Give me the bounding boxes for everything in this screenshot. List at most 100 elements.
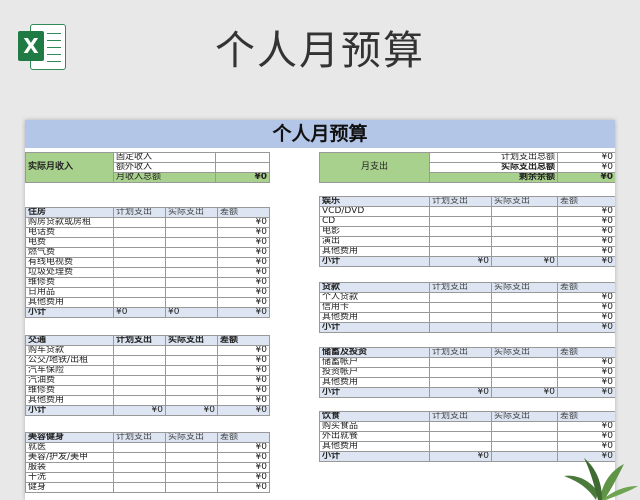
remaining-balance-value[interactable]: ¥0 bbox=[557, 172, 615, 183]
plan-cell[interactable] bbox=[113, 217, 166, 228]
actual-cell[interactable] bbox=[165, 395, 218, 406]
actual-cell[interactable] bbox=[165, 237, 218, 248]
plan-cell[interactable] bbox=[113, 365, 166, 376]
subtotal-actual: ¥0 bbox=[491, 387, 558, 398]
plan-cell[interactable] bbox=[113, 297, 166, 308]
plan-column-header: 计划支出 bbox=[113, 207, 166, 218]
remaining-balance-label: 剩余余额 bbox=[429, 172, 558, 183]
plan-cell[interactable] bbox=[429, 206, 492, 217]
plan-cell[interactable] bbox=[113, 247, 166, 258]
actual-cell[interactable] bbox=[165, 462, 218, 473]
expense-summary-row-value[interactable]: ¥0 bbox=[557, 152, 615, 163]
plan-cell[interactable] bbox=[429, 367, 492, 378]
income-total-value[interactable]: ¥0 bbox=[215, 172, 270, 183]
plan-cell[interactable] bbox=[113, 482, 166, 493]
actual-cell[interactable] bbox=[165, 227, 218, 238]
plan-cell[interactable] bbox=[113, 395, 166, 406]
item-name: 个人贷款 bbox=[319, 292, 430, 303]
actual-cell[interactable] bbox=[491, 292, 558, 303]
plan-cell[interactable] bbox=[429, 312, 492, 323]
plan-cell[interactable] bbox=[113, 345, 166, 356]
income-row-value[interactable] bbox=[215, 162, 270, 173]
actual-cell[interactable] bbox=[491, 421, 558, 432]
diff-cell: ¥0 bbox=[217, 365, 270, 376]
actual-cell[interactable] bbox=[491, 431, 558, 442]
actual-cell[interactable] bbox=[165, 442, 218, 453]
expense-summary-row-value[interactable]: ¥0 bbox=[557, 162, 615, 173]
actual-cell[interactable] bbox=[491, 357, 558, 368]
actual-cell[interactable] bbox=[165, 217, 218, 228]
item-name: 购车贷款 bbox=[25, 345, 114, 356]
plan-cell[interactable] bbox=[429, 292, 492, 303]
actual-cell[interactable] bbox=[491, 236, 558, 247]
actual-cell[interactable] bbox=[491, 441, 558, 452]
subtotal-plan: ¥0 bbox=[429, 256, 492, 267]
food-item-row: 购买食品 ¥0 bbox=[319, 421, 615, 432]
transport-table: 交通 计划支出 实际支出 差额 购车贷款 ¥0 公交/地铁/出租 ¥0 汽车保险 ¥0… bbox=[25, 335, 270, 416]
plan-cell[interactable] bbox=[113, 227, 166, 238]
plan-cell[interactable] bbox=[113, 287, 166, 298]
actual-cell[interactable] bbox=[165, 385, 218, 396]
actual-cell[interactable] bbox=[165, 277, 218, 288]
actual-cell[interactable] bbox=[165, 247, 218, 258]
actual-cell[interactable] bbox=[165, 355, 218, 366]
plan-cell[interactable] bbox=[429, 441, 492, 452]
item-name: 燃气费 bbox=[25, 247, 114, 258]
plan-cell[interactable] bbox=[429, 216, 492, 227]
transport-item-row: 汽车保险 ¥0 bbox=[25, 365, 270, 376]
income-row-value[interactable] bbox=[215, 152, 270, 163]
plan-cell[interactable] bbox=[113, 385, 166, 396]
item-name: 其他费用 bbox=[319, 377, 430, 388]
actual-cell[interactable] bbox=[165, 287, 218, 298]
actual-cell[interactable] bbox=[491, 246, 558, 257]
plan-cell[interactable] bbox=[429, 226, 492, 237]
actual-cell[interactable] bbox=[165, 472, 218, 483]
plan-column-header: 计划支出 bbox=[113, 432, 166, 443]
actual-cell[interactable] bbox=[165, 297, 218, 308]
transport-item-row: 其他费用 ¥0 bbox=[25, 395, 270, 406]
actual-cell[interactable] bbox=[491, 226, 558, 237]
transport-header-row: 交通 计划支出 实际支出 差额 bbox=[25, 335, 270, 346]
plan-cell[interactable] bbox=[113, 452, 166, 463]
actual-cell[interactable] bbox=[491, 216, 558, 227]
plan-cell[interactable] bbox=[113, 237, 166, 248]
plan-cell[interactable] bbox=[113, 442, 166, 453]
actual-cell[interactable] bbox=[491, 206, 558, 217]
actual-cell[interactable] bbox=[165, 365, 218, 376]
actual-cell[interactable] bbox=[165, 452, 218, 463]
plan-cell[interactable] bbox=[429, 246, 492, 257]
plan-cell[interactable] bbox=[113, 257, 166, 268]
plan-cell[interactable] bbox=[429, 236, 492, 247]
plan-cell[interactable] bbox=[113, 472, 166, 483]
actual-cell[interactable] bbox=[165, 267, 218, 278]
plan-cell[interactable] bbox=[113, 355, 166, 366]
diff-cell: ¥0 bbox=[557, 236, 615, 247]
transport-item-row: 汽油费 ¥0 bbox=[25, 375, 270, 386]
actual-cell[interactable] bbox=[491, 367, 558, 378]
actual-cell[interactable] bbox=[165, 482, 218, 493]
actual-cell[interactable] bbox=[491, 302, 558, 313]
item-name: 其他费用 bbox=[319, 246, 430, 257]
actual-cell[interactable] bbox=[491, 312, 558, 323]
item-name: 投资帐户 bbox=[319, 367, 430, 378]
diff-cell: ¥0 bbox=[217, 482, 270, 493]
plan-cell[interactable] bbox=[113, 267, 166, 278]
actual-cell[interactable] bbox=[165, 257, 218, 268]
plan-cell[interactable] bbox=[429, 431, 492, 442]
actual-cell[interactable] bbox=[165, 345, 218, 356]
plan-cell[interactable] bbox=[429, 421, 492, 432]
actual-cell[interactable] bbox=[491, 377, 558, 388]
plan-cell[interactable] bbox=[113, 277, 166, 288]
plan-cell[interactable] bbox=[113, 375, 166, 386]
plan-cell[interactable] bbox=[113, 462, 166, 473]
diff-cell: ¥0 bbox=[217, 247, 270, 258]
item-name: 购房贷款或房租 bbox=[25, 217, 114, 228]
savings-table: 储蓄及投资 计划支出 实际支出 差额 储蓄帐户 ¥0 投资帐户 ¥0 其他费用 ¥0 … bbox=[319, 347, 615, 398]
plan-column-header: 计划支出 bbox=[429, 347, 492, 358]
plan-cell[interactable] bbox=[429, 357, 492, 368]
actual-cell[interactable] bbox=[165, 375, 218, 386]
plan-cell[interactable] bbox=[429, 302, 492, 313]
spreadsheet-preview: 个人月预算 实际月收入 固定收入 额外收入 月收入总额 ¥0 月支出 计划支出总… bbox=[25, 120, 615, 500]
plan-cell[interactable] bbox=[429, 377, 492, 388]
loans-subtotal-row: 小计 ¥0 bbox=[319, 322, 615, 333]
